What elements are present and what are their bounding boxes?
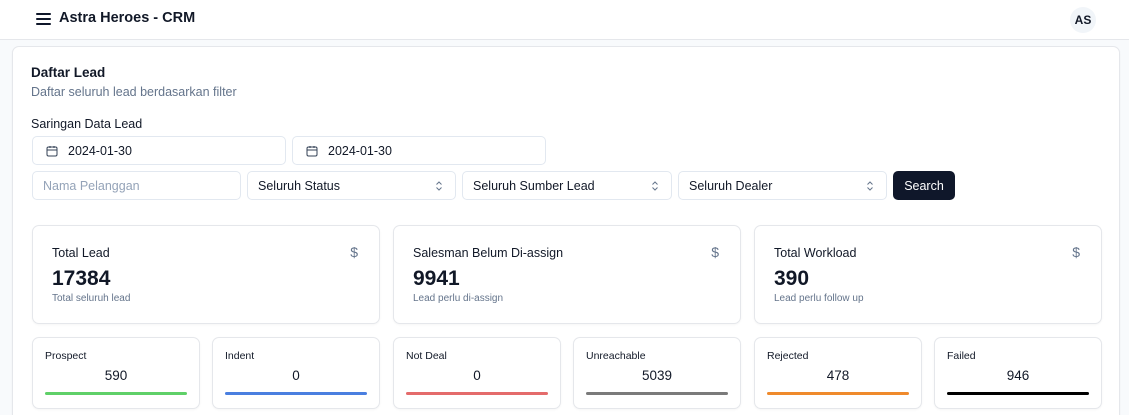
hamburger-icon[interactable] xyxy=(36,12,52,26)
lead-source-select-value: Seluruh Sumber Lead xyxy=(473,178,595,193)
status-label: Indent xyxy=(225,350,255,362)
status-label: Unreachable xyxy=(586,350,646,362)
status-bar xyxy=(586,392,728,395)
calendar-icon xyxy=(306,145,318,156)
stat-card-total-lead: Total Lead $ 17384 Total seluruh lead xyxy=(32,225,380,324)
status-card-rejected: Rejected 478 xyxy=(754,337,922,409)
status-bar xyxy=(406,392,548,395)
status-card-not-deal: Not Deal 0 xyxy=(393,337,561,409)
page-title: Daftar Lead xyxy=(31,65,106,80)
stat-value: 9941 xyxy=(413,267,460,290)
dealer-select[interactable]: Seluruh Dealer xyxy=(678,171,887,200)
page-subtitle: Daftar seluruh lead berdasarkan filter xyxy=(31,85,237,99)
calendar-icon xyxy=(46,145,58,156)
stat-card-unassigned-salesman: Salesman Belum Di-assign $ 9941 Lead per… xyxy=(393,225,741,324)
status-label: Failed xyxy=(947,350,976,362)
status-select-value: Seluruh Status xyxy=(258,178,340,193)
stat-value: 17384 xyxy=(52,267,111,290)
status-count: 0 xyxy=(473,368,481,383)
customer-name-field xyxy=(32,171,241,200)
stat-note: Lead perlu di-assign xyxy=(413,293,504,304)
status-card-indent: Indent 0 xyxy=(212,337,380,409)
stat-card-total-workload: Total Workload $ 390 Lead perlu follow u… xyxy=(754,225,1102,324)
status-label: Prospect xyxy=(45,350,87,362)
stat-value: 390 xyxy=(774,267,810,290)
date-from-picker[interactable]: 2024-01-30 xyxy=(32,136,286,165)
chevron-updown-icon xyxy=(867,180,873,191)
app-title: Astra Heroes - CRM xyxy=(59,10,196,26)
status-count: 5039 xyxy=(641,368,673,383)
top-bar: Astra Heroes - CRM AS xyxy=(0,0,1129,40)
status-select[interactable]: Seluruh Status xyxy=(247,171,456,200)
status-card-failed: Failed 946 xyxy=(934,337,1102,409)
dollar-icon: $ xyxy=(1072,244,1080,260)
date-to-picker[interactable]: 2024-01-30 xyxy=(292,136,546,165)
date-to-value: 2024-01-30 xyxy=(328,143,392,158)
stat-title: Salesman Belum Di-assign xyxy=(413,246,564,260)
status-bar xyxy=(767,392,909,395)
status-count: 478 xyxy=(826,368,850,383)
status-count: 590 xyxy=(104,368,128,383)
stat-note: Lead perlu follow up xyxy=(774,293,864,304)
lead-source-select[interactable]: Seluruh Sumber Lead xyxy=(462,171,672,200)
status-bar xyxy=(947,392,1089,395)
search-button[interactable]: Search xyxy=(893,171,955,200)
customer-name-input[interactable] xyxy=(33,178,240,193)
stat-note: Total seluruh lead xyxy=(52,293,131,304)
stat-title: Total Lead xyxy=(52,246,110,260)
chevron-updown-icon xyxy=(436,180,442,191)
status-count: 0 xyxy=(292,368,300,383)
date-from-value: 2024-01-30 xyxy=(68,143,132,158)
dealer-select-value: Seluruh Dealer xyxy=(689,178,773,193)
avatar[interactable]: AS xyxy=(1070,7,1096,33)
status-count: 946 xyxy=(1006,368,1030,383)
status-bar xyxy=(225,392,367,395)
dollar-icon: $ xyxy=(711,244,719,260)
filter-section-title: Saringan Data Lead xyxy=(31,117,143,131)
status-label: Not Deal xyxy=(406,350,447,362)
status-card-prospect: Prospect 590 xyxy=(32,337,200,409)
dollar-icon: $ xyxy=(350,244,358,260)
status-bar xyxy=(45,392,187,395)
stat-title: Total Workload xyxy=(774,246,857,260)
status-label: Rejected xyxy=(767,350,809,362)
status-card-unreachable: Unreachable 5039 xyxy=(573,337,741,409)
chevron-updown-icon xyxy=(652,180,658,191)
lead-list-card: Daftar Lead Daftar seluruh lead berdasar… xyxy=(12,46,1120,415)
